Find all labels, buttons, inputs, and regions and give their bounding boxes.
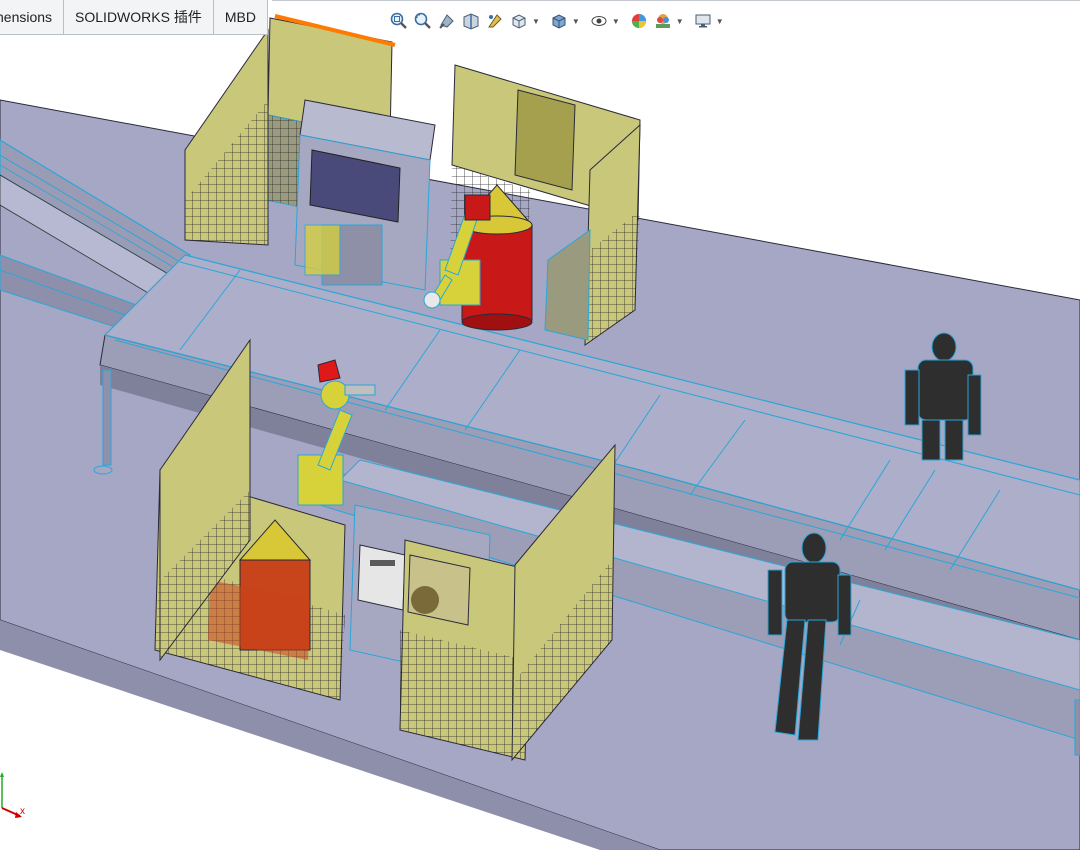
previous-view-icon[interactable] xyxy=(436,10,458,32)
tab-dimensions[interactable]: nensions xyxy=(0,0,65,34)
view-orientation-icon[interactable] xyxy=(508,10,530,32)
section-view-icon[interactable] xyxy=(460,10,482,32)
view-settings-icon[interactable] xyxy=(692,10,714,32)
dynamic-annotation-view-icon[interactable] xyxy=(484,10,506,32)
view-orientation-dropdown-icon[interactable]: ▼ xyxy=(532,17,540,26)
display-style-icon[interactable] xyxy=(548,10,570,32)
tab-solidworks-addins[interactable]: SOLIDWORKS 插件 xyxy=(64,0,214,34)
zoom-to-fit-icon[interactable] xyxy=(388,10,410,32)
hide-show-dropdown-icon[interactable]: ▼ xyxy=(612,17,620,26)
3d-model-viewport[interactable] xyxy=(0,0,1080,850)
apply-scene-dropdown-icon[interactable]: ▼ xyxy=(676,17,684,26)
coordinate-triad xyxy=(0,772,22,818)
hide-show-items-icon[interactable] xyxy=(588,10,610,32)
tab-mbd[interactable]: MBD xyxy=(213,0,268,34)
zoom-to-area-icon[interactable] xyxy=(412,10,434,32)
apply-scene-icon[interactable] xyxy=(652,10,674,32)
display-style-dropdown-icon[interactable]: ▼ xyxy=(572,17,580,26)
heads-up-view-toolbar: ▼ ▼ ▼ ▼ ▼ xyxy=(388,8,730,34)
view-settings-dropdown-icon[interactable]: ▼ xyxy=(716,17,724,26)
command-manager-tabs: nensions SOLIDWORKS 插件 MBD xyxy=(0,0,268,35)
triad-x-label: x xyxy=(20,806,25,817)
edit-appearance-icon[interactable] xyxy=(628,10,650,32)
